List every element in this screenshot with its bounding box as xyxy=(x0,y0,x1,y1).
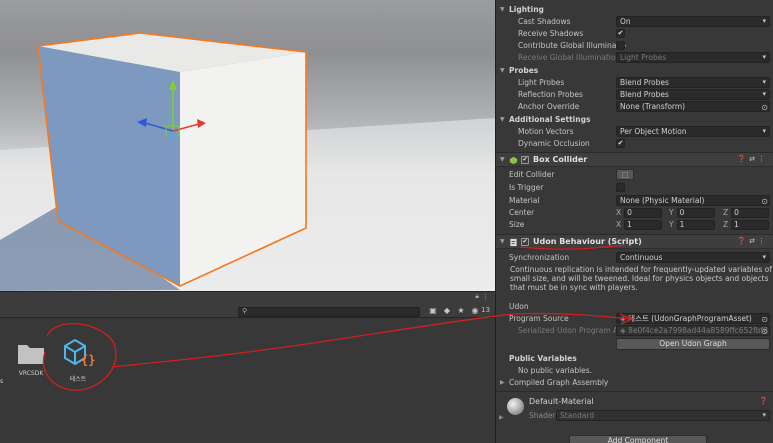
annotation-overlay xyxy=(42,244,634,391)
